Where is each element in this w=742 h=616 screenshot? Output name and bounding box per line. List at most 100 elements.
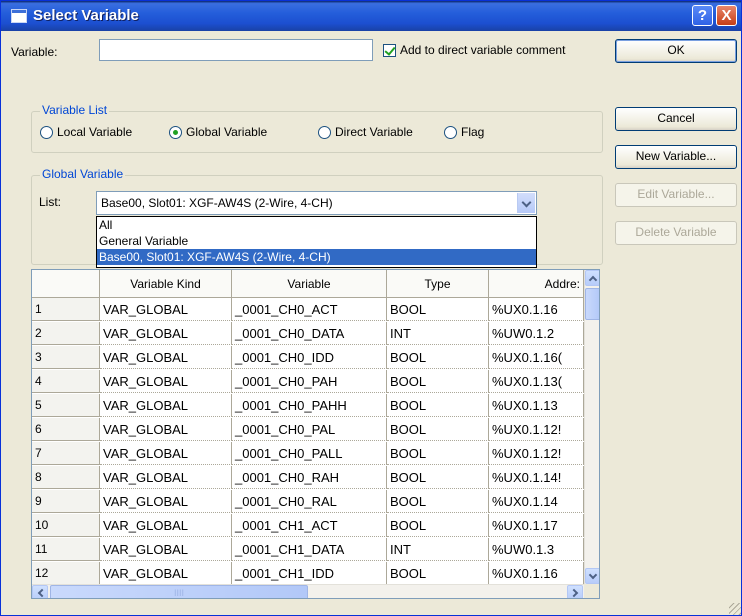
type-cell[interactable]: BOOL — [387, 442, 489, 465]
scroll-up-icon[interactable] — [585, 270, 599, 286]
column-header-index[interactable] — [32, 270, 100, 298]
column-header-variable-kind[interactable]: Variable Kind — [100, 270, 232, 298]
variable-cell[interactable]: _0001_CH0_PAHH — [232, 394, 387, 417]
direct-variable-radio[interactable] — [318, 126, 331, 139]
row-index[interactable]: 9 — [32, 490, 100, 513]
variable-kind-cell[interactable]: VAR_GLOBAL — [100, 466, 232, 489]
address-cell[interactable]: %UX0.1.16 — [489, 298, 584, 321]
address-cell[interactable]: %UW0.1.3 — [489, 538, 584, 561]
row-index[interactable]: 5 — [32, 394, 100, 417]
variable-cell[interactable]: _0001_CH0_PAH — [232, 370, 387, 393]
variable-input[interactable] — [99, 39, 373, 61]
variable-cell[interactable]: _0001_CH0_PAL — [232, 418, 387, 441]
address-cell[interactable]: %UX0.1.13 — [489, 394, 584, 417]
type-cell[interactable]: BOOL — [387, 490, 489, 513]
type-cell[interactable]: BOOL — [387, 418, 489, 441]
address-cell[interactable]: %UX0.1.14! — [489, 466, 584, 489]
variable-table: Variable Kind Variable Type Addre: 1 VAR_… — [31, 269, 600, 599]
row-index[interactable]: 7 — [32, 442, 100, 465]
type-cell[interactable]: INT — [387, 538, 489, 561]
variable-kind-cell[interactable]: VAR_GLOBAL — [100, 490, 232, 513]
variable-cell[interactable]: _0001_CH0_ACT — [232, 298, 387, 321]
variable-kind-cell[interactable]: VAR_GLOBAL — [100, 562, 232, 585]
type-cell[interactable]: BOOL — [387, 298, 489, 321]
title-bar[interactable]: Select Variable ? X — [1, 1, 741, 31]
address-cell[interactable]: %UX0.1.13( — [489, 370, 584, 393]
flag-label: Flag — [461, 125, 485, 139]
address-cell[interactable]: %UX0.1.12! — [489, 442, 584, 465]
cancel-button[interactable]: Cancel — [615, 107, 737, 131]
local-variable-radio[interactable] — [40, 126, 53, 139]
list-selected-value: Base00, Slot01: XGF-AW4S (2-Wire, 4-CH) — [101, 196, 333, 210]
vertical-scrollbar[interactable] — [584, 270, 599, 584]
variable-kind-cell[interactable]: VAR_GLOBAL — [100, 346, 232, 369]
list-combobox[interactable]: Base00, Slot01: XGF-AW4S (2-Wire, 4-CH) — [96, 191, 537, 215]
type-cell[interactable]: BOOL — [387, 514, 489, 537]
chevron-down-icon[interactable] — [517, 193, 535, 213]
variable-cell[interactable]: _0001_CH1_IDD — [232, 562, 387, 585]
new-variable-button[interactable]: New Variable... — [615, 145, 737, 169]
column-header-address[interactable]: Addre: — [489, 270, 584, 298]
scroll-right-icon[interactable] — [567, 585, 583, 598]
close-button[interactable]: X — [716, 5, 737, 26]
row-index[interactable]: 3 — [32, 346, 100, 369]
variable-cell[interactable]: _0001_CH0_RAL — [232, 490, 387, 513]
variable-cell[interactable]: _0001_CH0_DATA — [232, 322, 387, 345]
address-cell[interactable]: %UW0.1.2 — [489, 322, 584, 345]
type-cell[interactable]: BOOL — [387, 346, 489, 369]
vertical-scroll-thumb[interactable] — [585, 288, 599, 320]
address-cell[interactable]: %UX0.1.12! — [489, 418, 584, 441]
variable-cell[interactable]: _0001_CH0_RAH — [232, 466, 387, 489]
dropdown-option[interactable]: All — [97, 217, 536, 233]
variable-kind-cell[interactable]: VAR_GLOBAL — [100, 298, 232, 321]
horizontal-scroll-thumb[interactable]: IIII — [50, 585, 308, 598]
variable-kind-cell[interactable]: VAR_GLOBAL — [100, 514, 232, 537]
variable-kind-cell[interactable]: VAR_GLOBAL — [100, 394, 232, 417]
variable-cell[interactable]: _0001_CH0_IDD — [232, 346, 387, 369]
scroll-left-icon[interactable] — [32, 585, 48, 598]
help-button[interactable]: ? — [692, 5, 713, 26]
row-index[interactable]: 10 — [32, 514, 100, 537]
address-cell[interactable]: %UX0.1.16( — [489, 346, 584, 369]
type-cell[interactable]: BOOL — [387, 370, 489, 393]
address-cell[interactable]: %UX0.1.17 — [489, 514, 584, 537]
row-index[interactable]: 8 — [32, 466, 100, 489]
row-index[interactable]: 11 — [32, 538, 100, 561]
type-cell[interactable]: INT — [387, 322, 489, 345]
window-title: Select Variable — [33, 7, 139, 24]
delete-variable-button[interactable]: Delete Variable — [615, 221, 737, 245]
row-index[interactable]: 12 — [32, 562, 100, 585]
variable-kind-cell[interactable]: VAR_GLOBAL — [100, 322, 232, 345]
ok-button[interactable]: OK — [615, 39, 737, 63]
variable-cell[interactable]: _0001_CH1_ACT — [232, 514, 387, 537]
horizontal-scrollbar[interactable]: IIII — [32, 584, 584, 598]
type-cell[interactable]: BOOL — [387, 394, 489, 417]
list-label: List: — [39, 195, 62, 209]
row-index[interactable]: 6 — [32, 418, 100, 441]
address-cell[interactable]: %UX0.1.16 — [489, 562, 584, 585]
global-variable-radio[interactable] — [169, 126, 182, 139]
add-comment-checkbox[interactable] — [383, 44, 396, 57]
type-cell[interactable]: BOOL — [387, 466, 489, 489]
list-dropdown: All General Variable Base00, Slot01: XGF… — [96, 216, 537, 268]
dropdown-option[interactable]: General Variable — [97, 233, 536, 249]
variable-cell[interactable]: _0001_CH0_PALL — [232, 442, 387, 465]
add-comment-label: Add to direct variable comment — [400, 43, 566, 57]
scroll-down-icon[interactable] — [585, 568, 599, 584]
edit-variable-button[interactable]: Edit Variable... — [615, 183, 737, 207]
column-header-variable[interactable]: Variable — [232, 270, 387, 298]
column-header-type[interactable]: Type — [387, 270, 489, 298]
variable-kind-cell[interactable]: VAR_GLOBAL — [100, 370, 232, 393]
variable-cell[interactable]: _0001_CH1_DATA — [232, 538, 387, 561]
variable-kind-cell[interactable]: VAR_GLOBAL — [100, 418, 232, 441]
resize-grip-icon[interactable] — [729, 603, 741, 615]
variable-kind-cell[interactable]: VAR_GLOBAL — [100, 538, 232, 561]
variable-kind-cell[interactable]: VAR_GLOBAL — [100, 442, 232, 465]
row-index[interactable]: 2 — [32, 322, 100, 345]
address-cell[interactable]: %UX0.1.14 — [489, 490, 584, 513]
dropdown-option-selected[interactable]: Base00, Slot01: XGF-AW4S (2-Wire, 4-CH) — [97, 249, 536, 265]
row-index[interactable]: 1 — [32, 298, 100, 321]
row-index[interactable]: 4 — [32, 370, 100, 393]
type-cell[interactable]: BOOL — [387, 562, 489, 585]
flag-radio[interactable] — [444, 126, 457, 139]
